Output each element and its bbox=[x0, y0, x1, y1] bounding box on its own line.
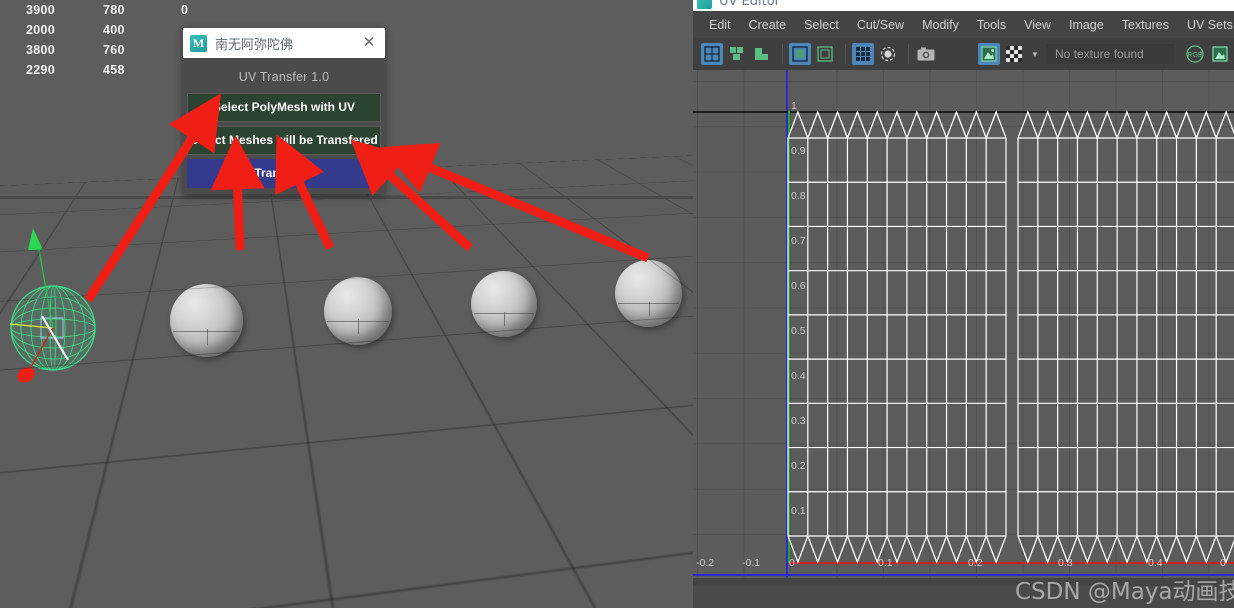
uv-x-tick-label: -0.1 bbox=[742, 557, 761, 569]
readout-cell: 0 bbox=[181, 3, 189, 17]
uv-mode-shell-icon[interactable] bbox=[751, 43, 773, 65]
sphere-seam bbox=[358, 319, 359, 335]
uv-editor-panel[interactable]: UV Editor Edit Create Select Cut/Sew Mod… bbox=[693, 0, 1234, 608]
display-image-icon[interactable] bbox=[814, 43, 836, 65]
toolbar-divider bbox=[782, 44, 783, 64]
menu-uv-sets[interactable]: UV Sets bbox=[1178, 15, 1234, 35]
uv-editor-toolbar[interactable]: ▼ No texture found RGB bbox=[693, 38, 1234, 70]
sphere-shading bbox=[324, 277, 392, 345]
uv-y-tick-label: 0.3 bbox=[791, 415, 806, 427]
uv-x-tick-label: 0.3 bbox=[1058, 557, 1073, 569]
uv-x-tick-label: 0.1 bbox=[878, 557, 893, 569]
uv-y-tick-label: 0.5 bbox=[791, 325, 806, 337]
menu-modify[interactable]: Modify bbox=[913, 15, 968, 35]
chevron-down-icon[interactable]: ▼ bbox=[1028, 50, 1042, 59]
rgb-channel-icon[interactable]: RGB bbox=[1184, 43, 1206, 65]
image-view-icon[interactable] bbox=[1209, 43, 1231, 65]
uv-x-tick-label: 0 bbox=[789, 557, 795, 569]
toolbar-divider bbox=[908, 44, 909, 64]
menu-select[interactable]: Select bbox=[795, 15, 848, 35]
uv-y-tick-label: 0.7 bbox=[791, 235, 806, 247]
uv-y-tick-label: 0.4 bbox=[791, 370, 806, 382]
sphere-shading bbox=[170, 284, 243, 357]
sphere-shading bbox=[471, 271, 537, 337]
uv-y-tick-label: 1 bbox=[791, 100, 797, 112]
uv-panel-bottom-strip bbox=[693, 586, 1234, 608]
readout-cell: 400 bbox=[103, 23, 125, 37]
menu-image[interactable]: Image bbox=[1060, 15, 1113, 35]
manip-z-handle bbox=[17, 367, 35, 383]
menu-textures[interactable]: Textures bbox=[1113, 15, 1178, 35]
readout-cell: 780 bbox=[103, 3, 125, 17]
uv-x-tick-label: 0.4 bbox=[1148, 557, 1163, 569]
viewport-horizon-line bbox=[0, 196, 693, 199]
select-polymesh-with-uv-button[interactable]: Select PolyMesh with UV bbox=[187, 93, 381, 122]
snapshot-camera-icon[interactable] bbox=[915, 43, 937, 65]
uv-editor-window-title: UV Editor bbox=[719, 0, 781, 9]
menu-view[interactable]: View bbox=[1015, 15, 1060, 35]
manip-y-handle bbox=[28, 228, 43, 250]
sphere-shading bbox=[615, 260, 682, 327]
readout-row: 3900 780 0 bbox=[0, 0, 260, 20]
uv-transfer-dialog[interactable]: M 南无阿弥陀佛 ✕ UV Transfer 1.0 Select PolyMe… bbox=[183, 28, 385, 194]
polymesh-sphere[interactable] bbox=[471, 271, 537, 337]
close-icon[interactable]: ✕ bbox=[357, 31, 381, 55]
uv-shell-wireframe[interactable] bbox=[693, 70, 1234, 578]
sphere-seam bbox=[206, 329, 208, 346]
dialog-version-label: UV Transfer 1.0 bbox=[238, 70, 330, 84]
uv-canvas[interactable]: -0.2 -0.1 0 0.1 0.2 0.3 0.4 0 1 0.9 0.8 0.7 0.6 0.5 0.… bbox=[693, 70, 1234, 578]
uv-editor-titlebar: UV Editor bbox=[693, 0, 1234, 11]
readout-cell: 3900 bbox=[26, 3, 56, 17]
uv-x-tick-label: 0.2 bbox=[968, 557, 983, 569]
polymesh-sphere[interactable] bbox=[170, 284, 243, 357]
readout-cell: 2000 bbox=[26, 23, 56, 37]
uv-mode-face-icon[interactable] bbox=[726, 43, 748, 65]
select-meshes-will-be-transfered-button[interactable]: Select Meshes will be Transfered bbox=[187, 126, 381, 155]
maya-m-icon: M bbox=[190, 34, 207, 52]
checker-pattern-icon[interactable] bbox=[1003, 43, 1025, 65]
readout-cell: 3800 bbox=[26, 43, 56, 57]
transfer-uv-button[interactable]: Transfer U bbox=[187, 159, 381, 188]
menu-edit[interactable]: Edit bbox=[700, 15, 740, 35]
uv-y-tick-label: 0.1 bbox=[791, 505, 806, 517]
menu-tools[interactable]: Tools bbox=[968, 15, 1015, 35]
grid-toggle-icon[interactable] bbox=[852, 43, 874, 65]
uv-y-tick-label: 0.6 bbox=[791, 280, 806, 292]
uv-x-tick-label: 0 bbox=[1220, 557, 1226, 569]
sphere-seam bbox=[504, 311, 505, 327]
move-manipulator[interactable] bbox=[0, 220, 140, 390]
maya-window-icon bbox=[697, 0, 712, 9]
readout-cell: 458 bbox=[103, 63, 125, 77]
dialog-titlebar[interactable]: M 南无阿弥陀佛 ✕ bbox=[183, 28, 385, 58]
dialog-title-text: 南无阿弥陀佛 bbox=[215, 37, 294, 53]
dialog-body: UV Transfer 1.0 Select PolyMesh with UV … bbox=[183, 58, 385, 194]
uv-x-tick-label: -0.2 bbox=[696, 557, 715, 569]
screen-root: 3900 780 0 2000 400 3800 760 2290 458 UV… bbox=[0, 0, 1234, 608]
readout-cell: 760 bbox=[103, 43, 125, 57]
uv-y-tick-label: 0.8 bbox=[791, 190, 806, 202]
menu-create[interactable]: Create bbox=[740, 15, 796, 35]
uv-y-tick-label: 0.9 bbox=[791, 145, 806, 157]
toolbar-divider bbox=[845, 44, 846, 64]
polymesh-sphere[interactable] bbox=[615, 260, 682, 327]
sphere-seam bbox=[648, 301, 650, 317]
uv-distortion-icon[interactable] bbox=[877, 43, 899, 65]
display-texture-border-icon[interactable] bbox=[789, 43, 811, 65]
polymesh-sphere[interactable] bbox=[324, 277, 392, 345]
svg-text:RGB: RGB bbox=[1187, 52, 1203, 59]
uv-mode-quad-icon[interactable] bbox=[701, 43, 723, 65]
readout-cell: 2290 bbox=[26, 63, 56, 77]
texture-name-label[interactable]: No texture found bbox=[1046, 44, 1174, 64]
uv-y-tick-label: 0.2 bbox=[791, 460, 806, 472]
menu-cut-sew[interactable]: Cut/Sew bbox=[848, 15, 913, 35]
texture-image-icon[interactable] bbox=[978, 43, 1000, 65]
uv-editor-menubar[interactable]: Edit Create Select Cut/Sew Modify Tools … bbox=[693, 11, 1234, 38]
